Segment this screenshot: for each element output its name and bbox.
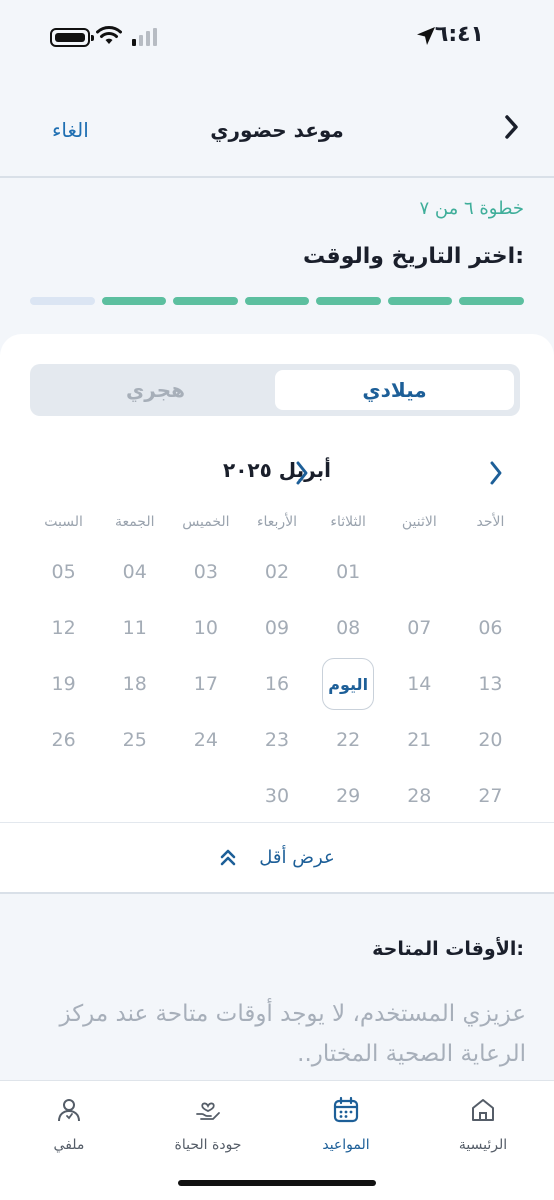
weekday-label: الأربعاء bbox=[256, 514, 298, 530]
tab-quality-of-life[interactable]: جودة الحياة bbox=[153, 1093, 263, 1153]
weekday-label: الجمعة bbox=[114, 514, 155, 530]
gregorian-tab[interactable]: ميلادي bbox=[275, 370, 514, 410]
tab-appointments-label: المواعيد bbox=[322, 1137, 370, 1153]
tab-home[interactable]: الرئيسية bbox=[428, 1093, 538, 1153]
calendar-type-toggle: ميلادي هجري bbox=[30, 364, 520, 416]
step-title: اختر التاريخ والوقت: bbox=[303, 244, 524, 269]
chevron-right-icon[interactable] bbox=[294, 460, 310, 486]
calendar-card: ميلادي هجري أبريل ٢٠٢٥ الأحد الاثنين الث… bbox=[0, 334, 554, 894]
navigation-header: الغاء موعد حضوري bbox=[0, 76, 554, 178]
calendar-day[interactable]: 19 bbox=[28, 656, 99, 712]
show-less-button[interactable]: عرض أقل bbox=[0, 822, 554, 894]
calendar-day[interactable]: 27 bbox=[455, 768, 526, 824]
calendar-day[interactable]: 09 bbox=[241, 600, 312, 656]
calendar-day bbox=[170, 768, 241, 824]
today-button[interactable]: اليوم bbox=[322, 658, 375, 710]
calendar-day[interactable]: 30 bbox=[241, 768, 312, 824]
weekday-label: السبت bbox=[44, 514, 83, 530]
progress-segment bbox=[316, 297, 381, 305]
calendar-day[interactable]: 20 bbox=[455, 712, 526, 768]
month-label: أبريل ٢٠٢٥ bbox=[223, 458, 331, 482]
step-progress-bar bbox=[29, 297, 524, 305]
month-navigation: أبريل ٢٠٢٥ bbox=[0, 458, 554, 490]
page-title: موعد حضوري bbox=[210, 118, 344, 142]
calendar-day[interactable]: 10 bbox=[170, 600, 241, 656]
weekday-label: الثلاثاء bbox=[330, 514, 366, 530]
location-arrow-icon bbox=[417, 27, 435, 45]
calendar-day[interactable]: 02 bbox=[241, 544, 312, 600]
show-less-label: عرض أقل bbox=[259, 847, 335, 868]
hijri-tab[interactable]: هجري bbox=[36, 370, 275, 410]
calendar-days-grid: 01 02 03 04 05 06 07 08 09 10 11 12 13 14 اليوم 16 17 18 1… bbox=[28, 544, 526, 824]
calendar-day[interactable]: 12 bbox=[28, 600, 99, 656]
chevron-left-icon[interactable] bbox=[488, 460, 504, 486]
calendar-day[interactable]: 26 bbox=[28, 712, 99, 768]
calendar-day bbox=[28, 768, 99, 824]
calendar-day[interactable]: 28 bbox=[384, 768, 455, 824]
calendar-day[interactable]: اليوم bbox=[313, 656, 384, 712]
home-icon bbox=[472, 1099, 494, 1121]
available-times-title: الأوقات المتاحة: bbox=[372, 938, 524, 960]
weekday-label: الأحد bbox=[476, 514, 505, 530]
calendar-day[interactable]: 23 bbox=[241, 712, 312, 768]
weekday-label: الخميس bbox=[182, 514, 230, 530]
calendar-day[interactable]: 18 bbox=[99, 656, 170, 712]
calendar-day[interactable]: 17 bbox=[170, 656, 241, 712]
calendar-day bbox=[455, 544, 526, 600]
tab-profile[interactable]: ملفي bbox=[14, 1093, 124, 1153]
calendar-day[interactable]: 16 bbox=[241, 656, 312, 712]
progress-segment bbox=[387, 297, 453, 305]
progress-segment bbox=[459, 297, 524, 305]
weekday-header: الأحد الاثنين الثلاثاء الأربعاء الخميس ا… bbox=[28, 514, 526, 530]
calendar-day[interactable]: 13 bbox=[455, 656, 526, 712]
back-chevron-icon[interactable] bbox=[504, 114, 520, 140]
no-times-message: عزيزي المستخدم، لا يوجد أوقات متاحة عند … bbox=[59, 1001, 526, 1067]
calendar-day[interactable]: 07 bbox=[384, 600, 455, 656]
calendar-day[interactable]: 22 bbox=[313, 712, 384, 768]
progress-segment bbox=[29, 297, 95, 305]
tab-profile-label: ملفي bbox=[53, 1137, 85, 1153]
calendar-icon bbox=[333, 1096, 359, 1123]
weekday-label: الاثنين bbox=[401, 514, 437, 530]
battery-icon bbox=[50, 28, 94, 47]
calendar-day[interactable]: 29 bbox=[313, 768, 384, 824]
calendar-day[interactable]: 08 bbox=[313, 600, 384, 656]
calendar-day[interactable]: 11 bbox=[99, 600, 170, 656]
cellular-icon bbox=[132, 28, 157, 46]
progress-segment bbox=[244, 297, 310, 305]
step-indicator: خطوة ٦ من ٧ bbox=[419, 198, 524, 219]
calendar-day[interactable]: 01 bbox=[313, 544, 384, 600]
status-time: ٦:٤١ bbox=[434, 22, 484, 47]
calendar-day[interactable]: 21 bbox=[384, 712, 455, 768]
calendar-day[interactable]: 24 bbox=[170, 712, 241, 768]
calendar-day[interactable]: 06 bbox=[455, 600, 526, 656]
tab-home-label: الرئيسية bbox=[458, 1137, 508, 1153]
double-chevron-up-icon bbox=[220, 849, 236, 865]
profile-icon bbox=[58, 1099, 80, 1122]
calendar-day bbox=[99, 768, 170, 824]
tab-appointments[interactable]: المواعيد bbox=[291, 1093, 401, 1153]
progress-segment bbox=[173, 297, 238, 305]
calendar-day bbox=[384, 544, 455, 600]
wifi-icon bbox=[96, 26, 122, 44]
status-bar: ٦:٤١ bbox=[0, 0, 554, 76]
progress-segment bbox=[101, 297, 167, 305]
calendar-day[interactable]: 03 bbox=[170, 544, 241, 600]
calendar-day[interactable]: 14 bbox=[384, 656, 455, 712]
home-indicator bbox=[178, 1180, 376, 1186]
tab-quality-of-life-label: جودة الحياة bbox=[174, 1137, 242, 1153]
calendar-day[interactable]: 25 bbox=[99, 712, 170, 768]
calendar-day[interactable]: 04 bbox=[99, 544, 170, 600]
hand-heart-icon bbox=[196, 1102, 220, 1120]
calendar-day[interactable]: 05 bbox=[28, 544, 99, 600]
